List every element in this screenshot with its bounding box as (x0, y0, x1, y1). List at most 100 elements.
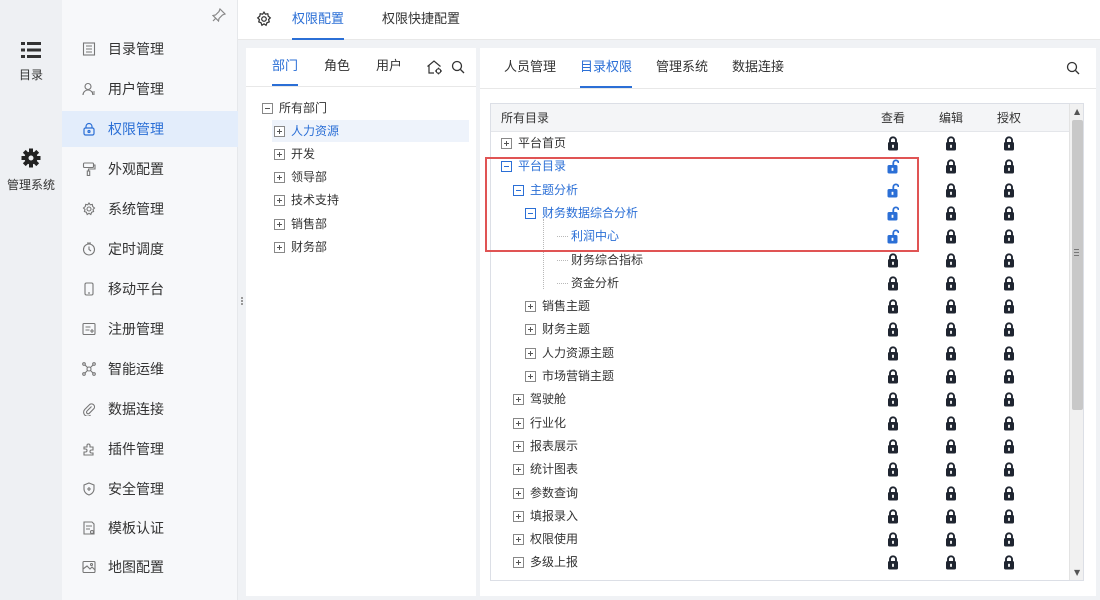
lock-icon[interactable] (1003, 555, 1015, 570)
pin-icon[interactable] (211, 7, 227, 26)
scroll-down-arrow-icon[interactable]: ▼ (1074, 568, 1080, 577)
vertical-scrollbar[interactable]: ▲ ▼ (1069, 104, 1083, 580)
lock-icon[interactable] (945, 392, 957, 407)
search-icon[interactable] (451, 60, 465, 77)
lock-icon[interactable] (887, 369, 899, 384)
tab-department[interactable]: 部门 (272, 48, 299, 86)
menu-resize-handle[interactable] (240, 296, 244, 308)
lock-icon[interactable] (945, 299, 957, 314)
lock-icon[interactable] (945, 322, 957, 337)
lock-icon[interactable] (887, 509, 899, 524)
catalog-node[interactable]: 填报录入 (513, 505, 578, 528)
lock-icon[interactable] (945, 276, 957, 291)
menu-item-template-auth[interactable]: 模板认证 (62, 510, 238, 546)
unlocked-icon[interactable] (887, 183, 900, 198)
lock-icon[interactable] (1003, 416, 1015, 431)
lock-icon[interactable] (887, 416, 899, 431)
search-icon[interactable] (1066, 61, 1080, 78)
collapse-toggle-icon[interactable] (513, 184, 524, 196)
unlocked-icon[interactable] (887, 159, 900, 174)
lock-icon[interactable] (887, 252, 899, 268)
lock-icon[interactable] (945, 416, 957, 431)
lock-icon[interactable] (1003, 183, 1015, 198)
settings-gear-icon[interactable] (256, 11, 272, 30)
menu-item-map[interactable]: 地图配置 (62, 549, 238, 585)
scroll-up-arrow-icon[interactable]: ▲ (1074, 107, 1080, 116)
lock-icon[interactable] (945, 532, 957, 547)
collapse-toggle-icon[interactable] (262, 102, 273, 114)
lock-icon[interactable] (945, 485, 957, 501)
home-settings-icon[interactable] (426, 59, 443, 78)
lock-icon[interactable] (887, 555, 899, 570)
lock-icon[interactable] (1003, 276, 1015, 291)
lock-icon[interactable] (887, 136, 899, 151)
lock-icon[interactable] (1003, 252, 1015, 268)
lock-icon[interactable] (945, 462, 957, 477)
lock-icon[interactable] (945, 555, 957, 570)
lock-icon[interactable] (887, 462, 899, 477)
expand-toggle-icon[interactable] (274, 218, 285, 230)
dept-tree-node[interactable]: 技术支持 (274, 189, 339, 211)
catalog-node[interactable]: 多级上报 (513, 551, 578, 574)
catalog-node[interactable]: 平台首页 (501, 132, 566, 155)
expand-toggle-icon[interactable] (513, 440, 524, 452)
catalog-node[interactable]: 统计图表 (513, 458, 578, 481)
lock-icon[interactable] (1003, 322, 1015, 337)
catalog-node[interactable]: 参数查询 (513, 482, 578, 505)
catalog-node[interactable]: 市场营销主题 (525, 365, 614, 388)
menu-item-data-connection[interactable]: 数据连接 (62, 391, 238, 427)
catalog-node[interactable]: 驾驶舱 (513, 388, 566, 411)
lock-icon[interactable] (945, 159, 957, 174)
lock-icon[interactable] (887, 276, 899, 291)
menu-item-plugins[interactable]: 插件管理 (62, 431, 238, 467)
tab-permission-config[interactable]: 权限配置 (292, 0, 345, 40)
tab-management-system[interactable]: 管理系统 (656, 48, 708, 88)
lock-icon[interactable] (1003, 509, 1015, 524)
expand-toggle-icon[interactable] (274, 125, 285, 137)
tab-catalog-permission[interactable]: 目录权限 (580, 48, 633, 88)
menu-item-security[interactable]: 安全管理 (62, 471, 238, 507)
catalog-node[interactable]: 报表展示 (513, 435, 578, 458)
dept-tree-node[interactable]: 人力资源 (272, 120, 469, 142)
expand-toggle-icon[interactable] (513, 464, 524, 476)
menu-item-users[interactable]: 用户管理 (62, 71, 238, 107)
expand-toggle-icon[interactable] (501, 138, 512, 149)
lock-icon[interactable] (1003, 439, 1015, 454)
menu-item-permissions[interactable]: 权限管理 (62, 111, 238, 147)
lock-icon[interactable] (887, 532, 899, 547)
dept-tree-node[interactable]: 开发 (274, 143, 315, 165)
expand-toggle-icon[interactable] (274, 241, 285, 253)
lock-icon[interactable] (1003, 462, 1015, 477)
lock-icon[interactable] (945, 136, 957, 151)
collapse-toggle-icon[interactable] (525, 207, 536, 219)
unlocked-icon[interactable] (887, 229, 900, 244)
catalog-node[interactable]: 资金分析 (571, 272, 619, 295)
lock-icon[interactable] (945, 509, 957, 524)
dept-tree-node[interactable]: 领导部 (274, 166, 327, 188)
lock-icon[interactable] (1003, 392, 1015, 407)
lock-icon[interactable] (1003, 346, 1015, 361)
lock-icon[interactable] (887, 485, 899, 501)
menu-item-ops[interactable]: 智能运维 (62, 351, 238, 387)
expand-toggle-icon[interactable] (525, 324, 536, 336)
catalog-node[interactable]: 人力资源主题 (525, 342, 614, 365)
dept-tree-root[interactable]: 所有部门 (262, 97, 327, 119)
lock-icon[interactable] (1003, 299, 1015, 314)
expand-toggle-icon[interactable] (513, 557, 524, 569)
expand-toggle-icon[interactable] (513, 510, 524, 522)
tab-data-connection[interactable]: 数据连接 (732, 48, 784, 88)
rail-item-catalog[interactable]: 目录 (0, 42, 62, 83)
lock-icon[interactable] (1003, 136, 1015, 151)
lock-icon[interactable] (1003, 206, 1015, 221)
lock-icon[interactable] (945, 183, 957, 198)
catalog-node[interactable]: 财务数据综合分析 (525, 202, 638, 225)
catalog-node[interactable]: 利润中心 (571, 225, 619, 248)
collapse-toggle-icon[interactable] (501, 161, 512, 173)
catalog-node[interactable]: 销售主题 (525, 295, 590, 318)
menu-item-mobile[interactable]: 移动平台 (62, 271, 238, 307)
lock-icon[interactable] (887, 346, 899, 361)
menu-item-catalog[interactable]: 目录管理 (62, 31, 238, 67)
tab-user[interactable]: 用户 (376, 48, 402, 86)
lock-icon[interactable] (945, 206, 957, 221)
rail-item-management[interactable]: 管理系统 (0, 148, 62, 193)
